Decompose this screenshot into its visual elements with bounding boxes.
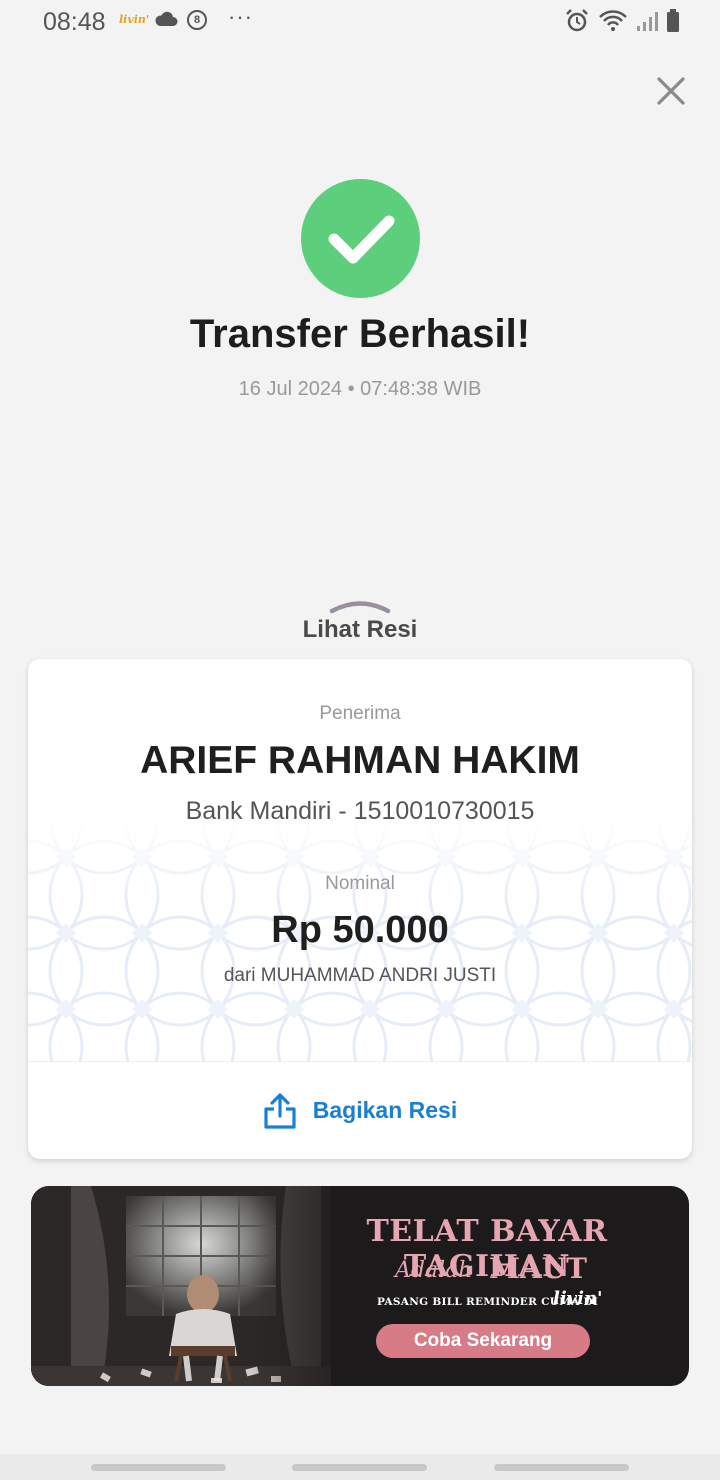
notification-badge-icon: 8 bbox=[187, 10, 207, 30]
share-icon bbox=[264, 1092, 296, 1129]
receipt-card: Penerima ARIEF RAHMAN HAKIM Bank Mandiri… bbox=[28, 659, 692, 1159]
recipient-account: Bank Mandiri - 1510010730015 bbox=[185, 797, 535, 825]
success-check-icon bbox=[301, 179, 420, 298]
banner-cta-button[interactable]: Coba Sekarang bbox=[376, 1324, 590, 1358]
recipient-name: ARIEF RAHMAN HAKIM bbox=[140, 739, 580, 782]
sender-name: dari MUHAMMAD ANDRI JUSTI bbox=[223, 965, 497, 986]
more-notifications-icon: ··· bbox=[228, 4, 253, 29]
banner-brand-logo: livin' bbox=[553, 1288, 603, 1309]
transfer-amount: Rp 50.000 bbox=[271, 909, 449, 951]
promo-banner[interactable]: TELAT BAYAR TAGIHAN Adalah MAUT PASANG B… bbox=[31, 1186, 689, 1386]
page-title: Transfer Berhasil! bbox=[189, 312, 531, 356]
system-nav-bar bbox=[0, 1454, 720, 1480]
transaction-datetime: 16 Jul 2024 • 07:48:38 WIB bbox=[238, 378, 482, 400]
chevron-up-icon[interactable] bbox=[327, 596, 393, 616]
banner-headline-2: MAUT bbox=[489, 1252, 587, 1285]
banner-script-word: Adalah bbox=[395, 1258, 473, 1283]
view-receipt-toggle[interactable]: Lihat Resi bbox=[0, 616, 720, 644]
nav-recents-button[interactable] bbox=[91, 1464, 226, 1471]
status-time: 08:48 bbox=[43, 8, 106, 36]
amount-label: Nominal bbox=[325, 873, 395, 894]
nav-home-button[interactable] bbox=[292, 1464, 427, 1471]
banner-headline: TELAT BAYAR TAGIHAN bbox=[366, 1214, 608, 1284]
wifi-icon bbox=[598, 9, 628, 38]
share-receipt-button[interactable]: Bagikan Resi bbox=[28, 1062, 692, 1159]
status-bar: 08:48 livin' 8 ··· bbox=[0, 0, 720, 44]
cloud-icon bbox=[154, 10, 178, 33]
nav-back-button[interactable] bbox=[494, 1464, 629, 1471]
share-receipt-label: Bagikan Resi bbox=[312, 1097, 458, 1123]
close-icon bbox=[657, 77, 685, 105]
signal-icon bbox=[636, 10, 658, 37]
battery-icon bbox=[666, 9, 680, 38]
alarm-icon bbox=[564, 8, 590, 39]
recipient-label: Penerima bbox=[319, 703, 401, 724]
livin-app-icon: livin' bbox=[119, 13, 150, 26]
close-button[interactable] bbox=[652, 72, 690, 110]
